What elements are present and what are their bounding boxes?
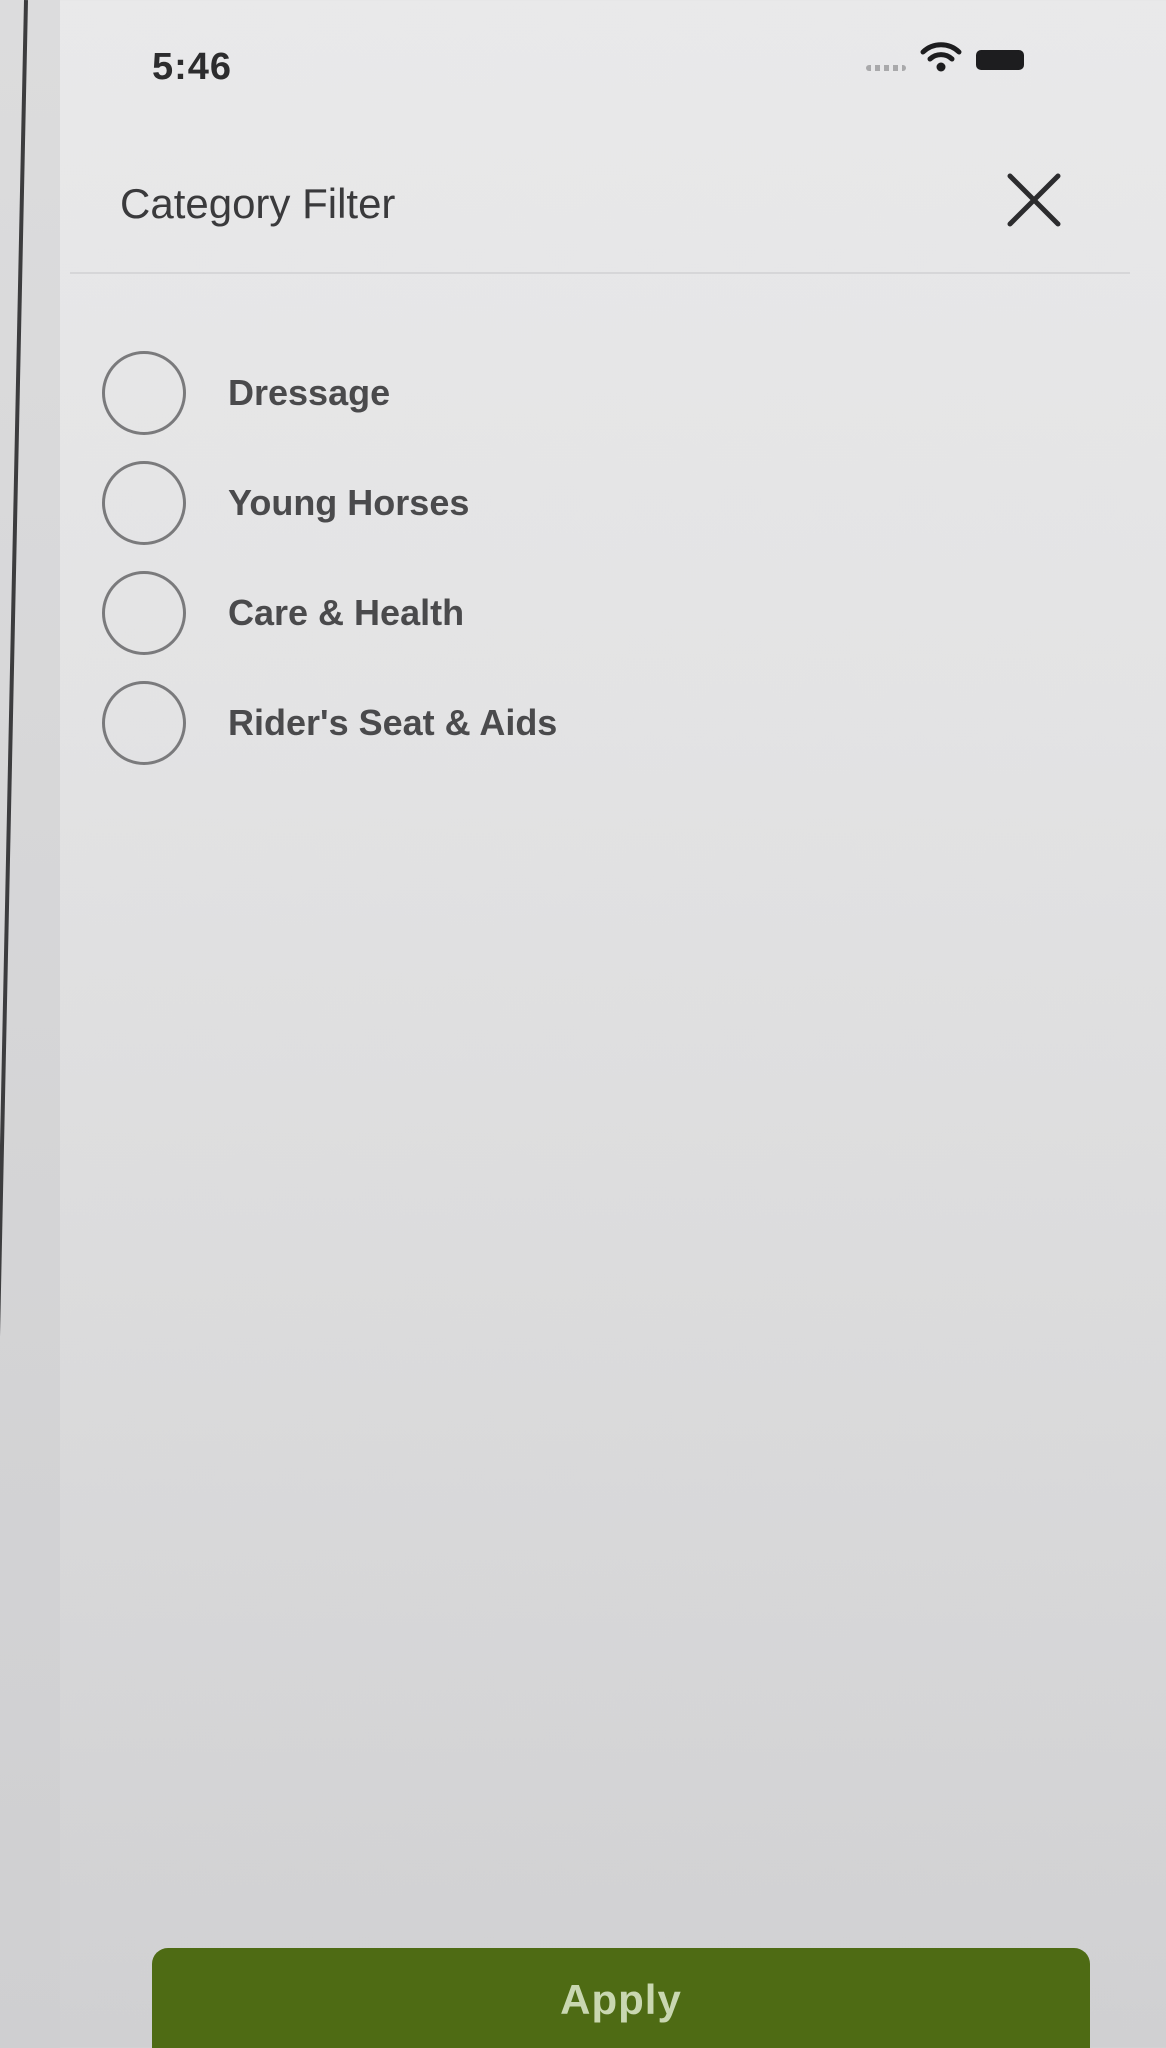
radio-button[interactable] [102, 681, 186, 765]
wifi-icon [920, 40, 962, 79]
radio-button[interactable] [102, 571, 186, 655]
status-icons [866, 40, 1024, 79]
filter-screen: 5:46 Category Filter Dressage Young Hors… [30, 0, 1166, 2048]
category-option-riders-seat-aids[interactable]: Rider's Seat & Aids [102, 668, 1002, 778]
filter-header: Category Filter [70, 150, 1130, 270]
option-label: Young Horses [228, 482, 470, 523]
category-option-dressage[interactable]: Dressage [102, 338, 1002, 448]
category-option-young-horses[interactable]: Young Horses [102, 448, 1002, 558]
option-label: Rider's Seat & Aids [228, 702, 558, 743]
category-options-list: Dressage Young Horses Care & Health Ride… [102, 338, 1002, 778]
apply-button[interactable]: Apply [152, 1948, 1090, 2048]
battery-icon [976, 49, 1024, 70]
close-button[interactable] [992, 160, 1076, 244]
apply-button-label: Apply [560, 1976, 682, 2023]
radio-button[interactable] [102, 461, 186, 545]
status-time: 5:46 [152, 46, 233, 88]
option-label: Care & Health [228, 592, 465, 633]
status-bar: 5:46 [30, 0, 1166, 140]
option-label: Dressage [228, 372, 391, 413]
radio-button[interactable] [102, 351, 186, 435]
header-divider [70, 272, 1130, 274]
close-icon [1006, 172, 1062, 233]
category-option-care-health[interactable]: Care & Health [102, 558, 1002, 668]
signal-dots-icon [866, 64, 906, 71]
page-title: Category Filter [120, 180, 396, 227]
